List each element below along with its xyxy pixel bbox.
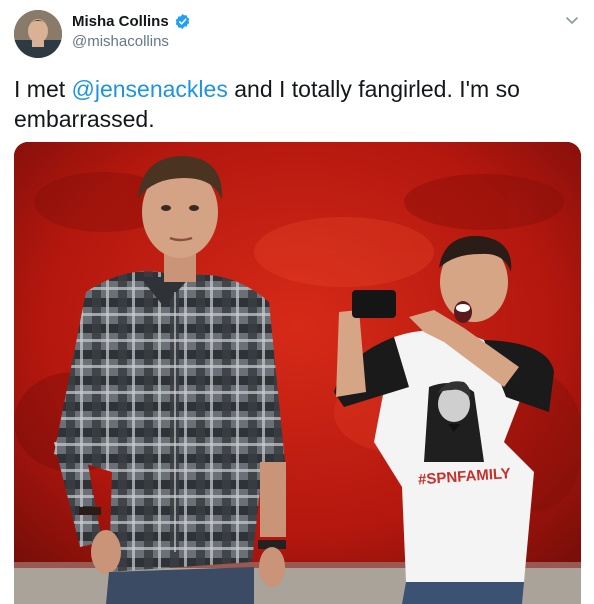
tweet-text: I met @jensenackles and I totally fangir… (14, 74, 580, 134)
tweet-card: Misha Collins @mishacollins I met @jense… (0, 0, 594, 604)
mention-link[interactable]: @jensenackles (72, 76, 228, 102)
tweet-photo[interactable]: #SPNFAMILY (14, 142, 581, 604)
author-name-row: Misha Collins (72, 13, 191, 30)
author-handle[interactable]: @mishacollins (72, 33, 169, 50)
author-display-name[interactable]: Misha Collins (72, 13, 169, 30)
author-avatar[interactable] (14, 10, 62, 58)
chevron-down-icon[interactable] (564, 12, 580, 28)
tweet-text-start: I met (14, 76, 72, 102)
verified-badge-icon (174, 13, 191, 30)
